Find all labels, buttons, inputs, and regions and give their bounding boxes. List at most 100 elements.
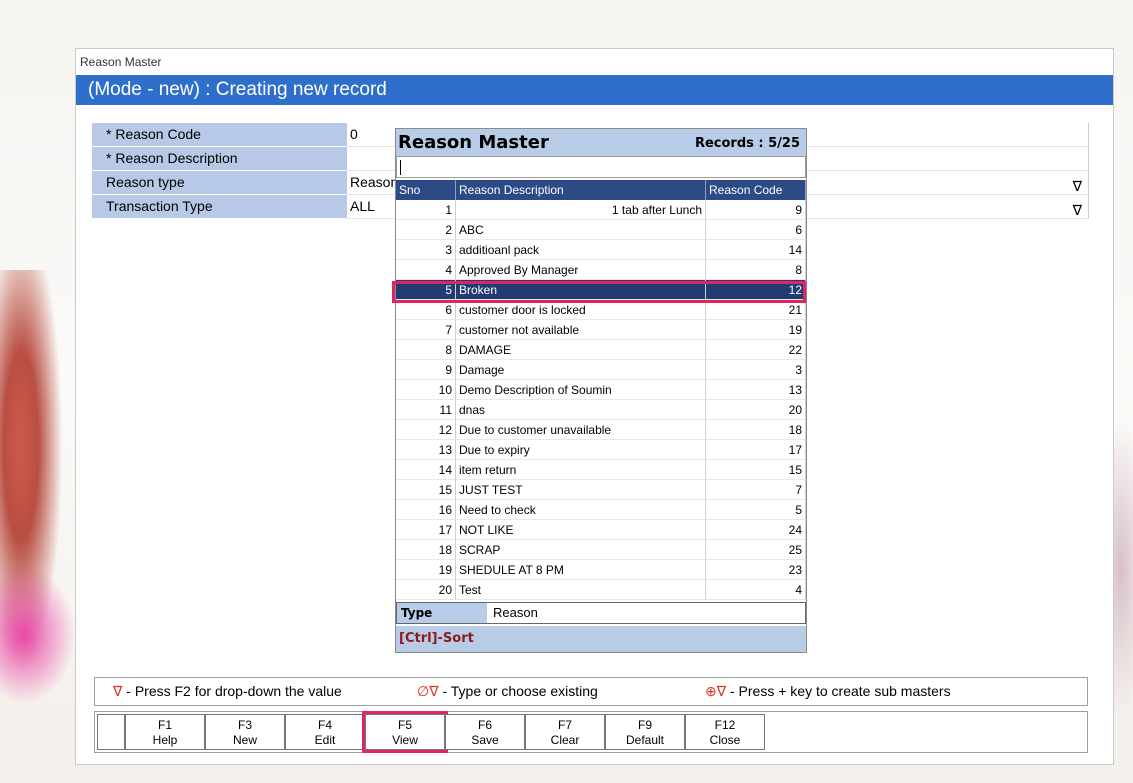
table-row[interactable]: 2 ABC 6 — [396, 220, 806, 240]
cell-code: 20 — [706, 400, 806, 420]
cell-desc: DAMAGE — [456, 340, 706, 360]
view-label: View — [392, 733, 418, 747]
new-key: F3 — [237, 718, 252, 732]
cell-sno: 10 — [396, 380, 456, 400]
cell-sno: 3 — [396, 240, 456, 260]
table-row[interactable]: 4 Approved By Manager 8 — [396, 260, 806, 280]
table-row[interactable]: 11 dnas 20 — [396, 400, 806, 420]
cell-sno: 16 — [396, 500, 456, 520]
reason-type-label: Reason type — [92, 171, 347, 195]
edit-button[interactable]: F4 Edit — [285, 714, 365, 750]
table-row[interactable]: 19 SHEDULE AT 8 PM 23 — [396, 560, 806, 580]
cell-desc: SHEDULE AT 8 PM — [456, 560, 706, 580]
legend-sub-master: ⊕∇ - Press + key to create sub masters — [705, 678, 951, 705]
new-label: New — [232, 733, 257, 747]
table-row[interactable]: 15 JUST TEST 7 — [396, 480, 806, 500]
popup-search-input[interactable] — [396, 156, 806, 178]
cell-code: 9 — [706, 200, 806, 220]
table-row[interactable]: 5 Broken 12 — [396, 280, 806, 300]
table-row[interactable]: 11 tab after Lunch 9 — [396, 200, 806, 220]
background-figure-left-accent — [0, 560, 80, 710]
cell-code: 14 — [706, 240, 806, 260]
default-label: Default — [625, 733, 665, 747]
table-row[interactable]: 9 Damage 3 — [396, 360, 806, 380]
table-row[interactable]: 8 DAMAGE 22 — [396, 340, 806, 360]
cell-sno: 12 — [396, 420, 456, 440]
cell-sno: 7 — [396, 320, 456, 340]
legend-type: ∅∇ - Type or choose existing — [417, 678, 598, 705]
legend-type-text: - Type or choose existing — [438, 683, 598, 699]
default-key: F9 — [637, 718, 652, 732]
reason-description-label: * Reason Description — [92, 147, 347, 171]
reason-code-label: * Reason Code — [92, 123, 347, 147]
help-button[interactable]: F1 Help — [125, 714, 205, 750]
cell-sno: 15 — [396, 480, 456, 500]
new-button[interactable]: F3 New — [205, 714, 285, 750]
default-button[interactable]: F9 Default — [605, 714, 685, 750]
cell-code: 8 — [706, 260, 806, 280]
table-row[interactable]: 6 customer door is locked 21 — [396, 300, 806, 320]
mode-banner: (Mode - new) : Creating new record — [76, 75, 1113, 105]
table-row[interactable]: 14 item return 15 — [396, 460, 806, 480]
key-legend: ∇ - Press F2 for drop-down the value ∅∇ … — [94, 677, 1088, 706]
cell-code: 22 — [706, 340, 806, 360]
cell-code: 13 — [706, 380, 806, 400]
cell-code: 23 — [706, 560, 806, 580]
cell-sno: 14 — [396, 460, 456, 480]
cell-desc: Need to check — [456, 500, 706, 520]
cell-code: 21 — [706, 300, 806, 320]
cell-code: 4 — [706, 580, 806, 600]
cell-sno: 6 — [396, 300, 456, 320]
column-header-description[interactable]: Reason Description — [456, 180, 706, 200]
view-button[interactable]: F5 View — [362, 711, 448, 753]
cell-desc: NOT LIKE — [456, 520, 706, 540]
cell-code: 12 — [706, 280, 806, 300]
cell-desc: ABC — [456, 220, 706, 240]
grid-header: Sno Reason Description Reason Code — [396, 180, 806, 200]
close-button[interactable]: F12 Close — [685, 714, 765, 750]
cell-sno: 2 — [396, 220, 456, 240]
cell-desc: Test — [456, 580, 706, 600]
dropdown-icon[interactable]: ∇ — [1073, 175, 1082, 197]
column-header-sno[interactable]: Sno — [396, 180, 456, 200]
type-value-field[interactable]: Reason — [487, 603, 805, 623]
cell-code: 24 — [706, 520, 806, 540]
cell-code: 18 — [706, 420, 806, 440]
table-row[interactable]: 20 Test 4 — [396, 580, 806, 600]
legend-sub-text: - Press + key to create sub masters — [726, 683, 951, 699]
table-row[interactable]: 13 Due to expiry 17 — [396, 440, 806, 460]
table-row[interactable]: 10 Demo Description of Soumin 13 — [396, 380, 806, 400]
cell-sno: 18 — [396, 540, 456, 560]
close-label: Close — [709, 733, 741, 747]
background-figure-left — [0, 270, 70, 710]
table-row[interactable]: 16 Need to check 5 — [396, 500, 806, 520]
table-row[interactable]: 17 NOT LIKE 24 — [396, 520, 806, 540]
cell-desc: customer door is locked — [456, 300, 706, 320]
reason-lookup-popup: Reason Master Records : 5/25 Sno Reason … — [392, 128, 807, 653]
clear-button[interactable]: F7 Clear — [525, 714, 605, 750]
table-row[interactable]: 7 customer not available 19 — [396, 320, 806, 340]
cell-sno: 4 — [396, 260, 456, 280]
legend-dropdown: ∇ - Press F2 for drop-down the value — [113, 678, 342, 705]
cell-sno: 20 — [396, 580, 456, 600]
table-row[interactable]: 12 Due to customer unavailable 18 — [396, 420, 806, 440]
close-key: F12 — [714, 718, 736, 732]
dropdown-icon[interactable]: ∇ — [1073, 199, 1082, 221]
cell-code: 15 — [706, 460, 806, 480]
save-button[interactable]: F6 Save — [445, 714, 525, 750]
column-header-code[interactable]: Reason Code — [706, 180, 806, 200]
table-row[interactable]: 18 SCRAP 25 — [396, 540, 806, 560]
cell-desc: SCRAP — [456, 540, 706, 560]
table-row[interactable]: 3 additioanl pack 14 — [396, 240, 806, 260]
clear-label: Clear — [550, 733, 580, 747]
cell-sno: 11 — [396, 400, 456, 420]
sub-master-legend-icon: ⊕∇ — [705, 683, 727, 699]
transaction-type-label: Transaction Type — [92, 195, 347, 219]
type-choose-legend-icon: ∅∇ — [417, 683, 439, 699]
legend-dropdown-text: - Press F2 for drop-down the value — [122, 683, 342, 699]
blank-key-button[interactable] — [97, 714, 125, 750]
cell-desc: additioanl pack — [456, 240, 706, 260]
cell-sno: 1 — [396, 200, 456, 220]
type-label: Type — [397, 603, 487, 623]
save-label: Save — [471, 733, 499, 747]
